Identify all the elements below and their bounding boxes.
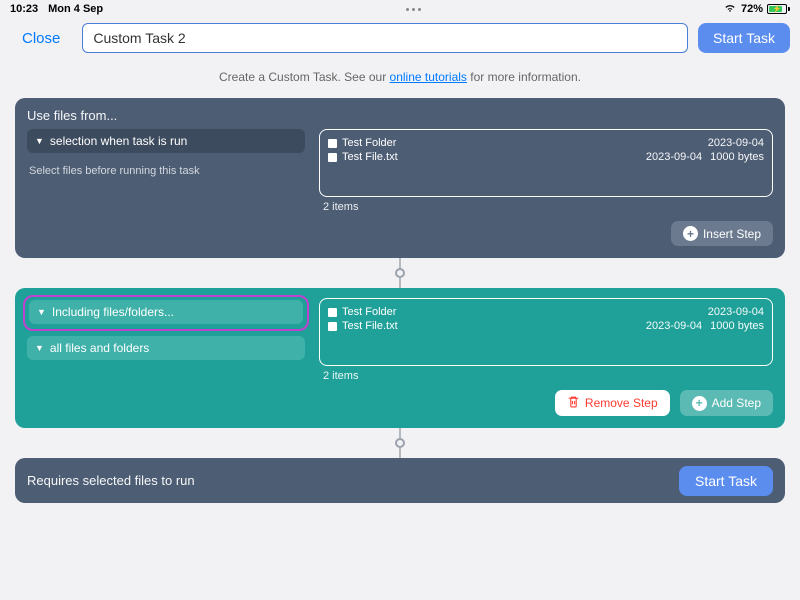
chevron-down-icon: ▼	[35, 136, 44, 146]
home-indicator-icon	[406, 8, 421, 11]
source-selector[interactable]: ▼ selection when task is run	[27, 129, 305, 153]
footer-bar: Requires selected files to run Start Tas…	[15, 458, 785, 503]
connector	[0, 428, 800, 458]
step-use-files: Use files from... ▼ selection when task …	[15, 98, 785, 258]
file-icon	[328, 153, 337, 162]
item-count: 2 items	[319, 201, 773, 213]
step-including-files: ▼ Including files/folders... ▼ all files…	[15, 288, 785, 428]
task-name-input[interactable]	[82, 23, 688, 53]
hint-text: Select files before running this task	[27, 165, 305, 177]
status-time: 10:23	[10, 3, 38, 15]
wifi-icon	[723, 3, 737, 16]
list-item[interactable]: Test Folder 2023-09-04	[328, 305, 764, 319]
start-task-button-bottom[interactable]: Start Task	[679, 466, 773, 496]
step-title: Use files from...	[27, 108, 773, 123]
requires-text: Requires selected files to run	[27, 473, 195, 488]
insert-step-button[interactable]: + Insert Step	[671, 221, 773, 246]
item-count: 2 items	[319, 370, 773, 382]
info-text: Create a Custom Task. See our online tut…	[0, 58, 800, 98]
highlight-ring: ▼ Including files/folders...	[23, 295, 309, 331]
toolbar: Close Start Task	[0, 18, 800, 58]
trash-icon	[567, 395, 580, 411]
file-list: Test Folder 2023-09-04 Test File.txt 202…	[319, 298, 773, 366]
filter-selector[interactable]: ▼ all files and folders	[27, 336, 305, 360]
start-task-button-top[interactable]: Start Task	[698, 23, 790, 53]
status-date: Mon 4 Sep	[48, 3, 103, 15]
folder-icon	[328, 308, 337, 317]
chevron-down-icon: ▼	[37, 307, 46, 317]
chevron-down-icon: ▼	[35, 343, 44, 353]
tutorials-link[interactable]: online tutorials	[390, 70, 467, 84]
plus-circle-icon: +	[683, 226, 698, 241]
add-step-button[interactable]: + Add Step	[680, 390, 773, 416]
connector-node-icon	[395, 268, 405, 278]
folder-icon	[328, 139, 337, 148]
file-list: Test Folder 2023-09-04 Test File.txt 202…	[319, 129, 773, 197]
battery-icon: ⚡	[767, 4, 790, 14]
close-button[interactable]: Close	[10, 24, 72, 53]
list-item[interactable]: Test File.txt 2023-09-041000 bytes	[328, 319, 764, 333]
including-selector[interactable]: ▼ Including files/folders...	[29, 300, 303, 324]
status-bar: 10:23 Mon 4 Sep 72% ⚡	[0, 0, 800, 18]
connector	[0, 258, 800, 288]
file-icon	[328, 322, 337, 331]
list-item[interactable]: Test Folder 2023-09-04	[328, 136, 764, 150]
battery-percent: 72%	[741, 3, 763, 15]
list-item[interactable]: Test File.txt 2023-09-041000 bytes	[328, 150, 764, 164]
connector-node-icon	[395, 438, 405, 448]
remove-step-button[interactable]: Remove Step	[555, 390, 670, 416]
plus-circle-icon: +	[692, 396, 707, 411]
